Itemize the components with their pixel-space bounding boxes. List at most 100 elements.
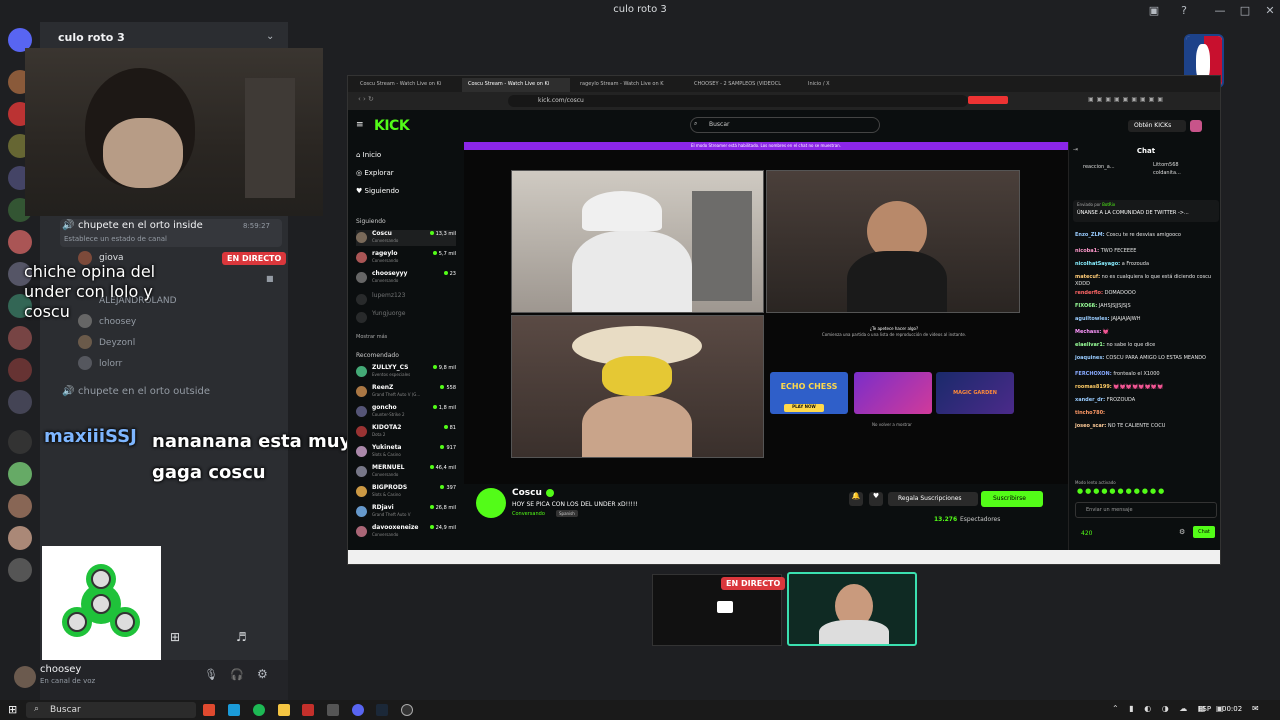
- browser-tab[interactable]: CHOOSEY - 2 SAMPLEOS (VIDEOCL: [688, 78, 796, 92]
- chat-username[interactable]: aguiltowles:: [1075, 316, 1109, 322]
- chat-username[interactable]: FERCHOXON:: [1075, 371, 1112, 377]
- chat-username[interactable]: nicoba1:: [1075, 248, 1099, 254]
- chat-username[interactable]: roomas8199:: [1075, 384, 1112, 390]
- obs-icon[interactable]: [401, 704, 413, 716]
- microphone-icon[interactable]: 🎙: [204, 668, 218, 681]
- soundboard-icon[interactable]: ♬: [236, 630, 247, 644]
- settings-gear-icon[interactable]: ⚙: [1179, 528, 1185, 536]
- server-icon[interactable]: [8, 390, 32, 414]
- pinned-user[interactable]: reaccion_a...: [1083, 164, 1115, 170]
- webcam-preview-thumb[interactable]: [787, 572, 917, 646]
- chat-input[interactable]: Enviar un mensaje: [1075, 502, 1217, 518]
- channel-item[interactable]: ZULLYY_CS Eventos especiales 9,8 mil: [356, 364, 456, 380]
- browser-tab[interactable]: rageylo Stream - Watch Live on K: [574, 78, 682, 92]
- game-card-blocks[interactable]: [854, 372, 932, 414]
- kick-logo[interactable]: KICK: [374, 118, 410, 134]
- video-player[interactable]: ¿Te apetece hacer algo? Comienza una par…: [464, 150, 1068, 488]
- channel-item[interactable]: BIGPRODS Slots & Casino 397: [356, 484, 456, 500]
- chat-username[interactable]: FIXO6ß:: [1075, 303, 1097, 309]
- channel-item[interactable]: davooxeneize Conversando 24,9 mil: [356, 524, 456, 540]
- chat-username[interactable]: nicolhatSayago:: [1075, 261, 1120, 267]
- channel-item[interactable]: ReenZ Grand Theft Auto V (G... 558: [356, 384, 456, 400]
- chevron-down-icon[interactable]: ⌄: [266, 31, 274, 42]
- channel-item-offline[interactable]: Yungjuorge: [356, 310, 456, 326]
- voice-channel-name[interactable]: chupete en el orto outside: [78, 386, 210, 397]
- channel-item[interactable]: goncho Counter-Strike 2 1,8 mil: [356, 404, 456, 420]
- language-tag[interactable]: Spanish: [556, 510, 578, 517]
- server-icon[interactable]: [8, 326, 32, 350]
- avatar[interactable]: [1190, 120, 1202, 132]
- back-icon[interactable]: ‹ › ↻: [358, 95, 374, 103]
- heart-icon[interactable]: ♥: [869, 492, 883, 506]
- inbox-icon[interactable]: ▣: [1146, 3, 1162, 19]
- send-chat-button[interactable]: Chat: [1193, 526, 1215, 538]
- spotify-icon[interactable]: [253, 704, 265, 716]
- channel-item-offline[interactable]: lupemz123: [356, 292, 456, 308]
- channel-points[interactable]: 420: [1081, 530, 1092, 537]
- clock[interactable]: 00:02: [1222, 705, 1242, 713]
- avatar[interactable]: [78, 335, 92, 349]
- voice-member-name[interactable]: Deyzonl: [99, 338, 135, 348]
- bell-icon[interactable]: 🔔: [849, 492, 863, 506]
- start-icon[interactable]: ⊞: [8, 703, 17, 716]
- extensions-icon[interactable]: ▣▣▣▣▣▣▣▣▣: [1088, 96, 1166, 103]
- avatar[interactable]: [78, 356, 92, 370]
- chat-username[interactable]: joaquines:: [1075, 355, 1104, 361]
- steam-icon[interactable]: [376, 704, 388, 716]
- emote-bar[interactable]: ●●●●●●●●●●●: [1077, 487, 1166, 495]
- voice-channel-name[interactable]: chupete en el orto inside: [78, 220, 203, 231]
- browser-tab[interactable]: Inicio / X: [802, 78, 902, 92]
- game-card-magic-garden[interactable]: MAGIC GARDEN: [936, 372, 1014, 414]
- channel-item[interactable]: RDjavi Grand Theft Auto V 26,8 mil: [356, 504, 456, 520]
- chat-username[interactable]: joseo_scar:: [1075, 423, 1106, 429]
- channel-item[interactable]: Coscu Conversando 13,3 mil: [356, 230, 456, 246]
- channel-item[interactable]: MERNUEL Conversando 46,4 mil: [356, 464, 456, 480]
- channel-item[interactable]: rageylo Conversando 5,7 mil: [356, 250, 456, 266]
- chat-username[interactable]: renderflo:: [1075, 290, 1103, 296]
- server-icon[interactable]: [8, 430, 32, 454]
- settings-gear-icon[interactable]: ⚙: [257, 667, 268, 681]
- show-more-link[interactable]: Mostrar más: [356, 334, 387, 340]
- pinned-user[interactable]: coldanita...: [1153, 170, 1181, 176]
- activities-icon[interactable]: ⊞: [170, 630, 180, 644]
- browser-tab[interactable]: Coscu Stream - Watch Live on Ki: [354, 78, 458, 92]
- username[interactable]: choosey: [40, 664, 81, 675]
- search-input[interactable]: Buscar: [690, 117, 880, 133]
- notification-icon[interactable]: ✉: [1252, 704, 1259, 713]
- channel-item[interactable]: KIDOTA2 Dota 2 81: [356, 424, 456, 440]
- subscribe-button[interactable]: Suscribirse: [981, 491, 1043, 507]
- avatar[interactable]: [14, 666, 36, 688]
- nav-explore[interactable]: ◎ Explorar: [356, 169, 394, 177]
- server-icon[interactable]: [8, 230, 32, 254]
- maximize-icon[interactable]: □: [1237, 3, 1253, 19]
- stream-category[interactable]: Conversando: [512, 511, 545, 517]
- browser-tab-active[interactable]: Coscu Stream - Watch Live on Ki: [462, 78, 570, 92]
- url-field[interactable]: kick.com/coscu: [508, 95, 968, 107]
- taskbar-search[interactable]: ⌕ Buscar: [26, 702, 196, 718]
- server-icon[interactable]: [8, 526, 32, 550]
- brave-shield-icon[interactable]: [968, 96, 1008, 104]
- chat-username[interactable]: Mechass:: [1075, 329, 1101, 335]
- voice-member-name[interactable]: lolorr: [99, 359, 122, 369]
- streamer-name[interactable]: Coscu: [512, 488, 542, 498]
- server-name[interactable]: culo roto 3: [58, 31, 125, 44]
- channel-item[interactable]: chooseyyy Conversando 23: [356, 270, 456, 286]
- app-icon[interactable]: [327, 704, 339, 716]
- chat-username[interactable]: xander_dr:: [1075, 397, 1105, 403]
- nav-following[interactable]: ♥ Siguiendo: [356, 187, 399, 195]
- gift-subs-button[interactable]: Regala Suscripciones: [888, 492, 978, 506]
- chat-username[interactable]: Enzo_ZLM:: [1075, 232, 1105, 238]
- headphones-icon[interactable]: 🎧: [230, 668, 244, 681]
- dont-show-again[interactable]: No volver a mostrar: [872, 422, 912, 427]
- nav-home[interactable]: ⌂ Inicio: [356, 151, 381, 159]
- collapse-icon[interactable]: ⇥: [1073, 146, 1078, 153]
- minimize-icon[interactable]: —: [1212, 3, 1228, 19]
- server-icon[interactable]: [8, 358, 32, 382]
- pinned-user[interactable]: Littom568: [1153, 162, 1179, 168]
- brave-icon[interactable]: [203, 704, 215, 716]
- server-icon[interactable]: [8, 558, 32, 582]
- get-kicks-button[interactable]: Obtén KICKs: [1128, 120, 1186, 132]
- channel-item[interactable]: Yukineta Slots & Casino 917: [356, 444, 456, 460]
- play-now-button[interactable]: PLAY NOW: [784, 404, 824, 412]
- server-icon[interactable]: [8, 462, 32, 486]
